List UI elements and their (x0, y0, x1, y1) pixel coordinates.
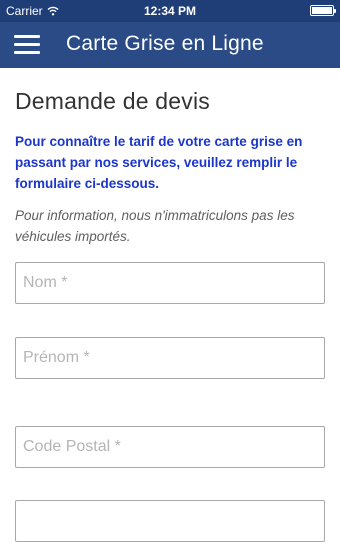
next-field-input[interactable] (15, 500, 325, 542)
app-title: Carte Grise en Ligne (66, 32, 264, 55)
main-content: Demande de devis Pour connaître le tarif… (15, 68, 326, 247)
import-note: Pour information, nous n'immatriculons p… (15, 208, 295, 244)
status-time: 12:34 PM (143, 4, 197, 18)
status-bar: Carrier 12:34 PM (0, 0, 340, 22)
intro-text: Pour connaître le tarif de votre carte g… (15, 134, 303, 191)
page-title: Demande de devis (15, 88, 210, 114)
hamburger-menu-icon[interactable] (14, 35, 40, 55)
code-postal-input[interactable] (15, 426, 325, 468)
battery-fill (312, 7, 332, 14)
battery-icon (310, 5, 336, 16)
nom-input[interactable] (15, 262, 325, 304)
navigation-bar: Carte Grise en Ligne (0, 22, 340, 68)
prenom-input[interactable] (15, 337, 325, 379)
